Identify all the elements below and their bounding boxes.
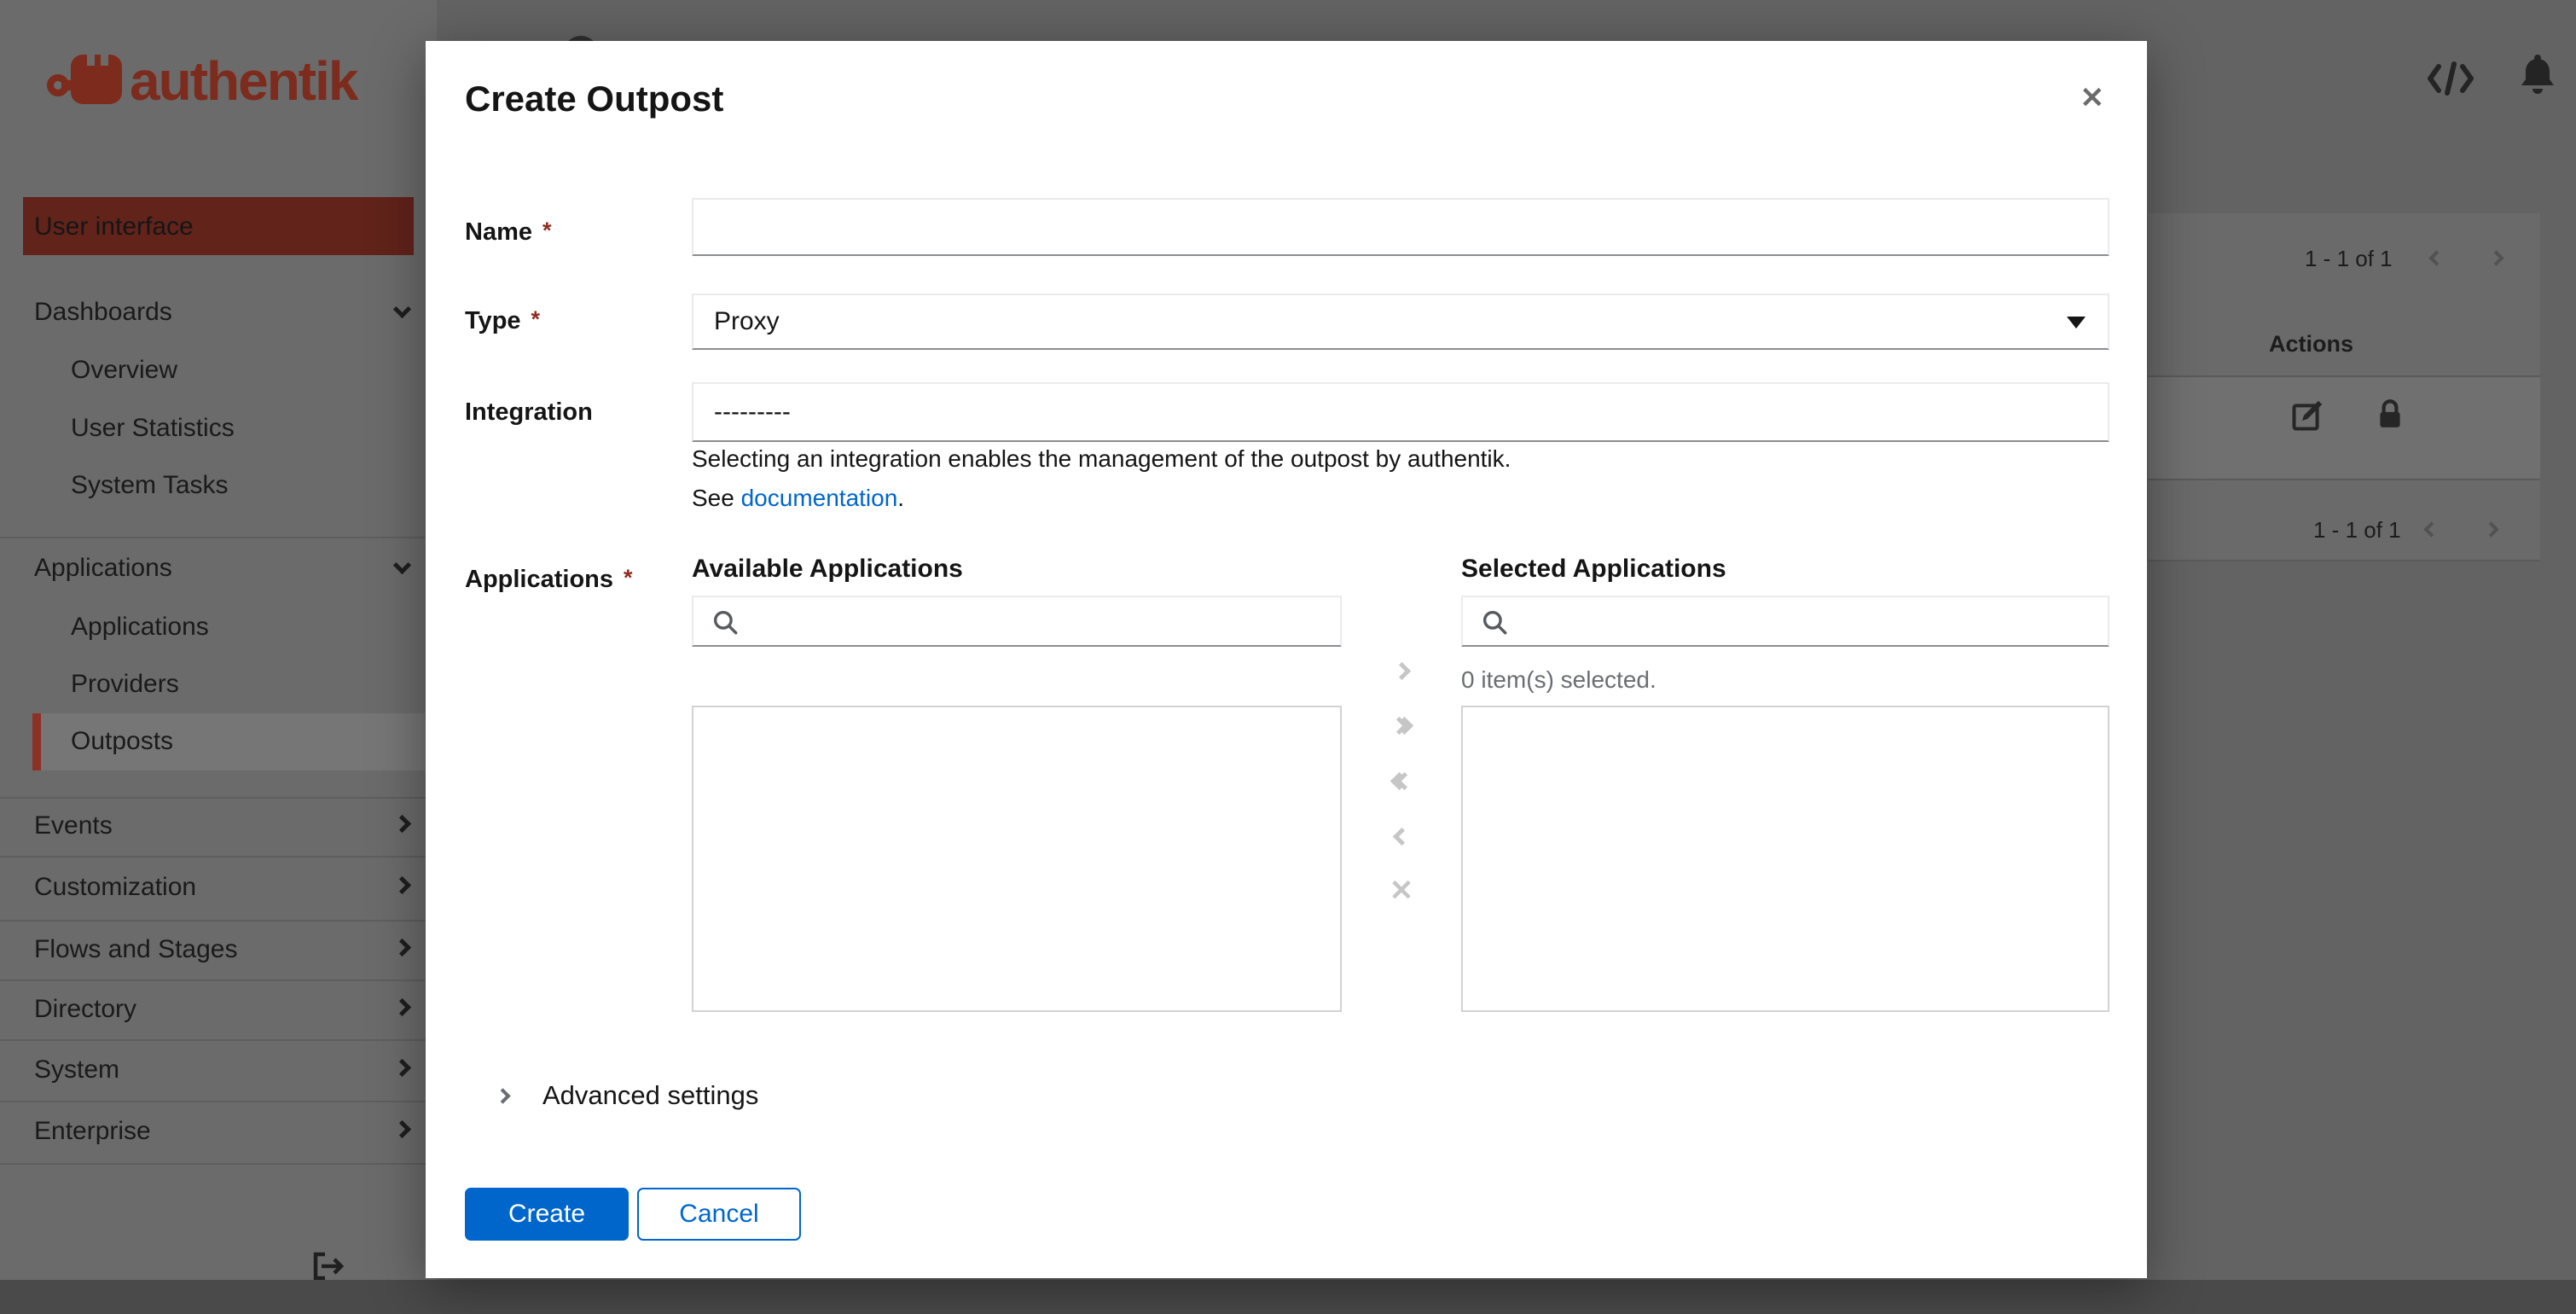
chevron-right-icon (1392, 661, 1411, 680)
sidebar-item-overview[interactable]: Overview (71, 356, 177, 385)
divider (0, 537, 437, 538)
sidebar-item-user-statistics[interactable]: User Statistics (71, 414, 235, 443)
selected-applications-header: Selected Applications (1461, 555, 1726, 583)
integration-help-line2: See documentation. (692, 485, 905, 511)
create-button[interactable]: Create (465, 1188, 629, 1241)
sidebar-item-enterprise[interactable]: Enterprise (34, 1117, 151, 1146)
chevron-right-icon (392, 875, 412, 895)
integration-select[interactable]: --------- (692, 382, 2109, 442)
clear-selection-button[interactable]: ✕ (1367, 872, 1436, 910)
applications-label: Applications * (465, 565, 633, 593)
chevron-right-icon[interactable] (2483, 521, 2499, 539)
required-marker: * (624, 565, 633, 590)
sidebar-item-system[interactable]: System (34, 1055, 119, 1084)
brand-logo[interactable] (47, 44, 132, 116)
type-label: Type * (465, 306, 541, 334)
sidebar-item-dashboards[interactable]: Dashboards (34, 298, 172, 327)
sidebar-item-applications-group[interactable]: Applications (34, 554, 172, 583)
name-label: Name * (465, 218, 552, 246)
add-selected-button[interactable] (1367, 652, 1436, 689)
search-icon (711, 608, 740, 641)
selected-search-input[interactable] (1517, 597, 2103, 645)
table-row (2148, 376, 2540, 479)
sidebar-item-customization[interactable]: Customization (34, 873, 196, 902)
documentation-link[interactable]: documentation (741, 485, 898, 511)
sidebar-item-directory[interactable]: Directory (34, 995, 136, 1024)
bell-icon[interactable] (2516, 53, 2559, 103)
api-code-icon[interactable] (2426, 60, 2475, 102)
chevron-down-icon (392, 299, 412, 319)
available-search-input[interactable] (748, 597, 1335, 645)
cancel-button[interactable]: Cancel (637, 1188, 801, 1241)
sidebar-item-events[interactable]: Events (34, 811, 113, 840)
available-applications-listbox[interactable] (692, 706, 1342, 1012)
chevron-right-icon (495, 1087, 511, 1104)
remove-all-button[interactable] (1367, 762, 1436, 799)
chevron-right-icon (392, 1058, 412, 1078)
integration-help-text: Selecting an integration enables the man… (692, 445, 1511, 472)
divider (0, 980, 437, 981)
divider (0, 1101, 437, 1102)
selected-count-status: 0 item(s) selected. (1461, 666, 1656, 693)
create-outpost-modal: Create Outpost ✕ Name * Type * Proxy Integ… (426, 41, 2147, 1278)
chevron-right-icon (392, 997, 412, 1017)
chevron-right-icon (392, 814, 412, 834)
chevron-right-icon (392, 1119, 412, 1139)
integration-label: Integration (465, 398, 593, 426)
remove-selected-button[interactable] (1367, 817, 1436, 855)
lock-icon[interactable] (2375, 398, 2405, 434)
chevron-left-icon (1392, 827, 1411, 846)
add-all-button[interactable] (1367, 706, 1436, 744)
selected-search (1461, 596, 2109, 647)
type-select[interactable]: Proxy (692, 294, 2109, 350)
sidebar: authentik User interface Dashboards Over… (0, 0, 437, 1281)
sidebar-item-outposts[interactable]: Outposts (71, 727, 173, 756)
divider (0, 797, 437, 799)
chevron-right-icon (392, 938, 412, 957)
pagination-label: 1 - 1 of 1 (2313, 517, 2401, 543)
chevron-down-icon (392, 555, 412, 575)
available-search (692, 596, 1342, 647)
type-select-value: Proxy (714, 307, 780, 335)
name-input[interactable] (692, 198, 2109, 256)
selected-applications-listbox[interactable] (1461, 706, 2109, 1012)
sidebar-item-system-tasks[interactable]: System Tasks (71, 471, 229, 500)
caret-down-icon (2067, 317, 2086, 328)
brand-wordmark: authentik (130, 50, 358, 112)
advanced-settings-label: Advanced settings (542, 1080, 759, 1110)
sidebar-item-providers[interactable]: Providers (71, 670, 179, 699)
key-icon (47, 55, 122, 104)
actions-column-header: Actions (2269, 331, 2354, 357)
advanced-settings-toggle[interactable]: Advanced settings (495, 1080, 759, 1111)
chevron-right-icon[interactable] (2488, 250, 2504, 268)
available-applications-header: Available Applications (692, 555, 963, 583)
sidebar-item-flows-and-stages[interactable]: Flows and Stages (34, 935, 237, 964)
required-marker: * (542, 218, 552, 243)
divider (2148, 479, 2540, 480)
sidebar-item-applications[interactable]: Applications (71, 613, 209, 642)
page-footer-band (0, 1280, 2576, 1314)
edit-icon[interactable] (2291, 398, 2325, 436)
sidebar-item-user-interface[interactable]: User interface (23, 197, 414, 255)
divider (0, 856, 437, 858)
divider (0, 1163, 437, 1165)
search-icon (1480, 608, 1509, 641)
divider (0, 920, 437, 922)
pagination-label: 1 - 1 of 1 (2305, 246, 2393, 271)
user-interface-label: User interface (34, 212, 194, 241)
integration-select-value: --------- (714, 398, 791, 426)
divider (2148, 375, 2540, 377)
chevron-left-icon[interactable] (2428, 250, 2445, 268)
modal-title: Create Outpost (465, 78, 724, 119)
required-marker: * (531, 306, 541, 332)
close-icon[interactable]: ✕ (2080, 84, 2105, 113)
chevron-left-icon[interactable] (2423, 521, 2440, 539)
divider (0, 1039, 437, 1041)
